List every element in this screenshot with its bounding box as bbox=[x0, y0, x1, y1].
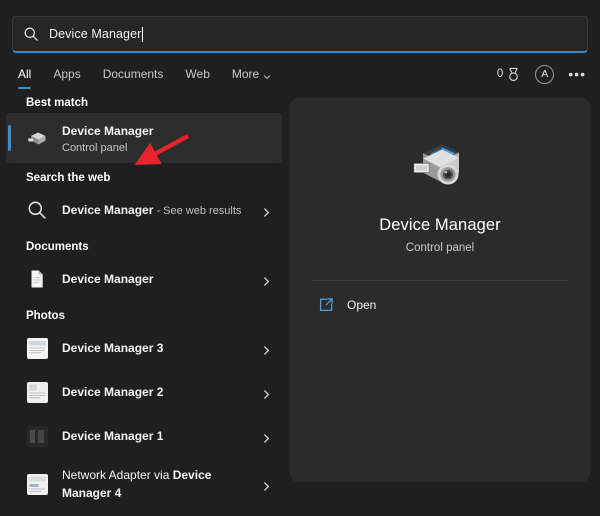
photo-thumbnail bbox=[27, 338, 48, 359]
photo-thumbnail-icon bbox=[26, 381, 48, 403]
section-heading-documents: Documents bbox=[6, 241, 282, 257]
tab-web[interactable]: Web bbox=[185, 67, 209, 89]
section-heading-search-the-web: Search the web bbox=[6, 172, 282, 188]
result-title: Device Manager - See web results bbox=[62, 203, 241, 217]
tab-documents[interactable]: Documents bbox=[103, 67, 164, 89]
chevron-down-icon bbox=[263, 70, 271, 78]
tab-all[interactable]: All bbox=[18, 67, 31, 89]
result-subtitle: Control panel bbox=[62, 141, 272, 155]
filter-tabs: All Apps Documents Web More bbox=[18, 67, 497, 89]
text-cursor bbox=[142, 27, 143, 42]
result-title: Device Manager 1 bbox=[62, 429, 163, 443]
result-text: Device Manager Control panel bbox=[62, 122, 272, 155]
result-title-prefix: Network Adapter via bbox=[62, 468, 173, 482]
photo-thumbnail bbox=[27, 382, 48, 403]
chevron-right-icon bbox=[261, 274, 272, 285]
document-icon bbox=[26, 268, 48, 290]
tab-more[interactable]: More bbox=[232, 67, 271, 89]
tab-more-label: More bbox=[232, 67, 259, 81]
result-photo-device-manager-3[interactable]: Device Manager 3 bbox=[6, 326, 282, 370]
rewards-count: 0 bbox=[497, 68, 503, 80]
search-input[interactable]: Device Manager bbox=[12, 16, 588, 53]
external-link-icon bbox=[318, 297, 334, 313]
tab-strip-actions: 0 A ••• bbox=[497, 65, 586, 92]
open-label: Open bbox=[347, 298, 376, 312]
result-photo-device-manager-2[interactable]: Device Manager 2 bbox=[6, 370, 282, 414]
preview-panel: Device Manager Control panel Open bbox=[290, 98, 590, 482]
ellipsis-icon[interactable]: ••• bbox=[568, 69, 586, 79]
chevron-right-icon bbox=[261, 343, 272, 354]
device-manager-icon bbox=[26, 127, 48, 149]
selection-accent-bar bbox=[8, 125, 11, 151]
search-bar-container: Device Manager bbox=[0, 0, 600, 53]
account-initial: A bbox=[541, 68, 548, 80]
result-text: Device Manager 3 bbox=[62, 339, 261, 357]
preview-subtitle: Control panel bbox=[406, 242, 474, 254]
result-text: Network Adapter via Device Manager 4 bbox=[62, 466, 261, 502]
medal-icon bbox=[506, 67, 521, 82]
result-text: Device Manager bbox=[62, 270, 261, 288]
section-heading-best-match: Best match bbox=[6, 97, 282, 113]
result-document-device-manager[interactable]: Device Manager bbox=[6, 257, 282, 301]
result-text: Device Manager - See web results bbox=[62, 201, 261, 219]
tab-web-label: Web bbox=[185, 67, 209, 81]
section-heading-photos: Photos bbox=[6, 310, 282, 326]
result-title: Device Manager 3 bbox=[62, 341, 163, 355]
open-button[interactable]: Open bbox=[312, 281, 568, 313]
result-title: Network Adapter via Device Manager 4 bbox=[62, 468, 211, 500]
chevron-right-icon bbox=[261, 479, 272, 490]
tab-all-label: All bbox=[18, 67, 31, 81]
photo-thumbnail-icon bbox=[26, 473, 48, 495]
result-title: Device Manager 2 bbox=[62, 385, 163, 399]
result-text: Device Manager 1 bbox=[62, 427, 261, 445]
chevron-right-icon bbox=[261, 387, 272, 398]
tab-documents-label: Documents bbox=[103, 67, 164, 81]
preview-title: Device Manager bbox=[379, 216, 501, 235]
result-title: Device Manager bbox=[62, 124, 153, 138]
preview-panel-container: Device Manager Control panel Open bbox=[282, 95, 600, 502]
result-photo-device-manager-1[interactable]: Device Manager 1 bbox=[6, 414, 282, 458]
search-query-text: Device Manager bbox=[49, 27, 141, 41]
filter-tab-strip: All Apps Documents Web More 0 bbox=[0, 53, 600, 89]
photo-thumbnail-dim bbox=[27, 426, 48, 447]
results-list: Best match Device Manager Control panel … bbox=[0, 95, 282, 502]
result-title-suffix: - See web results bbox=[153, 205, 241, 217]
result-title: Device Manager bbox=[62, 272, 153, 286]
photo-thumbnail-icon bbox=[26, 337, 48, 359]
chevron-right-icon bbox=[261, 205, 272, 216]
search-icon bbox=[23, 26, 39, 42]
results-area: Best match Device Manager Control panel … bbox=[0, 89, 600, 502]
result-photo-network-adapter[interactable]: Network Adapter via Device Manager 4 bbox=[6, 458, 282, 510]
result-web-search-device-manager[interactable]: Device Manager - See web results bbox=[6, 188, 282, 232]
account-avatar[interactable]: A bbox=[535, 65, 554, 84]
device-manager-icon bbox=[409, 136, 471, 198]
result-text: Device Manager 2 bbox=[62, 383, 261, 401]
rewards-button[interactable]: 0 bbox=[497, 67, 521, 82]
search-icon bbox=[26, 199, 48, 221]
result-title-query: Device Manager bbox=[62, 203, 153, 217]
result-best-match-device-manager[interactable]: Device Manager Control panel bbox=[6, 113, 282, 163]
photo-thumbnail-icon bbox=[26, 425, 48, 447]
tab-apps[interactable]: Apps bbox=[53, 67, 80, 89]
chevron-right-icon bbox=[261, 431, 272, 442]
photo-thumbnail bbox=[27, 474, 48, 495]
tab-apps-label: Apps bbox=[53, 67, 80, 81]
